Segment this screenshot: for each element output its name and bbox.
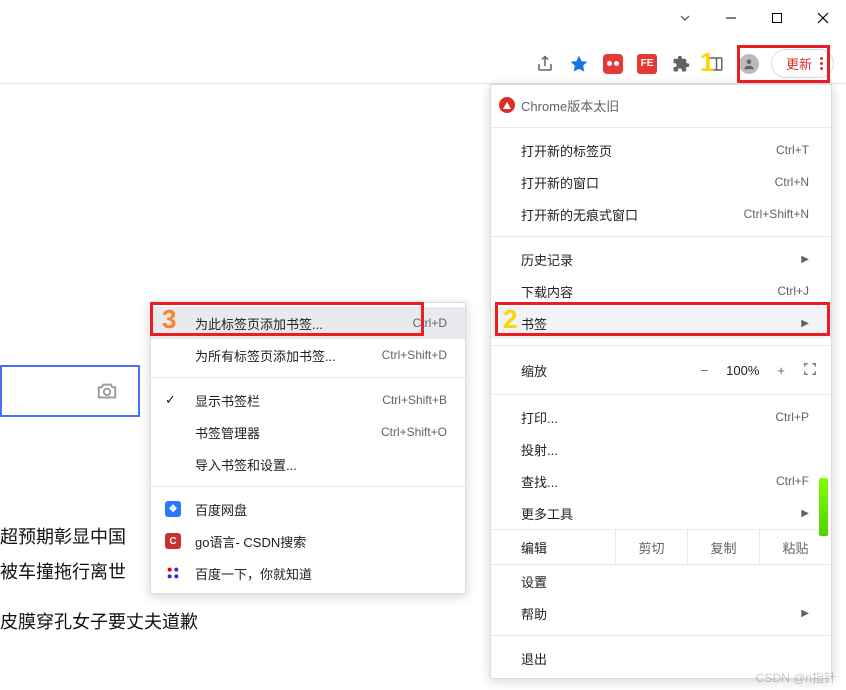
menu-new-window[interactable]: 打开新的窗口Ctrl+N xyxy=(491,166,831,198)
scrollbar-indicator xyxy=(819,478,828,536)
zoom-percent: 100% xyxy=(726,363,759,378)
submenu-show-bar[interactable]: ✓显示书签栏Ctrl+Shift+B xyxy=(151,384,465,416)
update-button[interactable]: 更新 xyxy=(771,49,834,78)
extension-fe-icon[interactable]: FE xyxy=(635,52,659,76)
browser-toolbar: FE 更新 xyxy=(0,44,846,84)
menu-new-tab[interactable]: 打开新的标签页Ctrl+T xyxy=(491,134,831,166)
submenu-bk-baidupan[interactable]: ❖百度网盘 xyxy=(151,493,465,525)
camera-icon xyxy=(94,380,120,402)
page-headline-1: 超预期彰显中国 xyxy=(0,523,126,549)
menu-edit-row: 编辑 剪切 复制 粘贴 xyxy=(491,529,831,565)
update-label: 更新 xyxy=(786,54,812,73)
side-panel-icon[interactable] xyxy=(703,52,727,76)
share-icon[interactable] xyxy=(533,52,557,76)
edit-copy-button[interactable]: 复制 xyxy=(687,530,759,564)
menu-incognito[interactable]: 打开新的无痕式窗口Ctrl+Shift+N xyxy=(491,198,831,230)
checkmark-icon: ✓ xyxy=(165,392,176,408)
tab-dropdown-icon[interactable] xyxy=(662,10,708,26)
menu-zoom: 缩放 − 100% + xyxy=(491,352,831,388)
baidupan-favicon: ❖ xyxy=(165,501,181,517)
page-headline-3: 皮膜穿孔女子要丈夫道歉 xyxy=(0,608,198,634)
submenu-bookmark-tab[interactable]: 为此标签页添加书签...Ctrl+D xyxy=(151,307,465,339)
menu-version-warning[interactable]: Chrome版本太旧 xyxy=(491,89,831,121)
maximize-button[interactable] xyxy=(754,0,800,36)
menu-history[interactable]: 历史记录▶ xyxy=(491,243,831,275)
menu-more-tools[interactable]: 更多工具▶ xyxy=(491,497,831,529)
page-headline-2: 被车撞拖行离世 xyxy=(0,558,126,584)
submenu-import[interactable]: 导入书签和设置... xyxy=(151,448,465,480)
submenu-bookmark-all[interactable]: 为所有标签页添加书签...Ctrl+Shift+D xyxy=(151,339,465,371)
submenu-manager[interactable]: 书签管理器Ctrl+Shift+O xyxy=(151,416,465,448)
edit-cut-button[interactable]: 剪切 xyxy=(615,530,687,564)
menu-downloads[interactable]: 下载内容Ctrl+J xyxy=(491,275,831,307)
camera-search-box[interactable] xyxy=(0,365,140,417)
extension-red-dots-icon[interactable] xyxy=(601,52,625,76)
menu-settings[interactable]: 设置 xyxy=(491,565,831,597)
fullscreen-icon[interactable] xyxy=(803,362,817,379)
warning-icon xyxy=(499,97,515,113)
submenu-bk-baidu[interactable]: 百度一下，你就知道 xyxy=(151,557,465,589)
zoom-out-button[interactable]: − xyxy=(701,363,709,378)
profile-avatar[interactable] xyxy=(737,52,761,76)
bookmarks-submenu: 为此标签页添加书签...Ctrl+D 为所有标签页添加书签...Ctrl+Shi… xyxy=(150,302,466,594)
menu-print[interactable]: 打印...Ctrl+P xyxy=(491,401,831,433)
main-menu: Chrome版本太旧 打开新的标签页Ctrl+T 打开新的窗口Ctrl+N 打开… xyxy=(490,84,832,679)
extensions-puzzle-icon[interactable] xyxy=(669,52,693,76)
menu-find[interactable]: 查找...Ctrl+F xyxy=(491,465,831,497)
submenu-bk-csdn[interactable]: Cgo语言- CSDN搜索 xyxy=(151,525,465,557)
bookmark-star-icon[interactable] xyxy=(567,52,591,76)
csdn-favicon: C xyxy=(165,533,181,549)
menu-bookmarks[interactable]: 书签▶ xyxy=(491,307,831,339)
zoom-in-button[interactable]: + xyxy=(777,363,785,378)
menu-help[interactable]: 帮助▶ xyxy=(491,597,831,629)
menu-cast[interactable]: 投射... xyxy=(491,433,831,465)
baidu-favicon xyxy=(165,565,181,581)
minimize-button[interactable] xyxy=(708,0,754,36)
more-menu-icon[interactable] xyxy=(820,57,823,70)
watermark: CSDN @n指针 xyxy=(756,669,836,686)
close-button[interactable] xyxy=(800,0,846,36)
window-controls xyxy=(662,0,846,36)
